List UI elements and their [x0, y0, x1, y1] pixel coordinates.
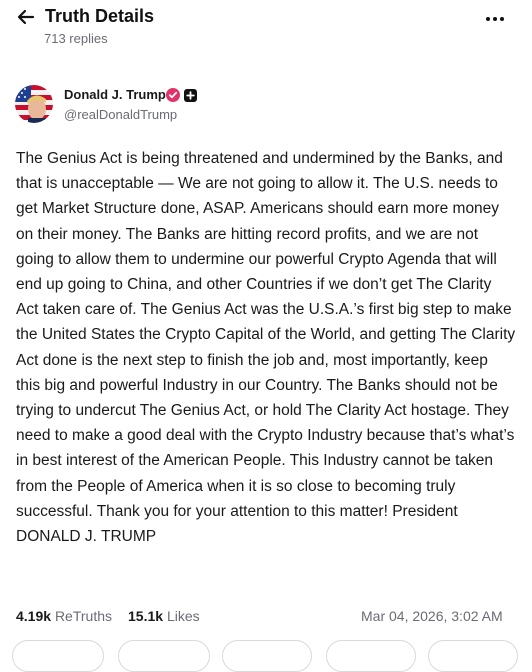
reply-action-button[interactable]	[12, 640, 104, 672]
more-options-button[interactable]	[484, 12, 506, 26]
page-title: Truth Details	[45, 6, 155, 26]
more-horizontal-icon	[486, 17, 504, 21]
share-action-button[interactable]	[326, 640, 416, 672]
avatar[interactable]	[15, 85, 53, 123]
arrow-left-icon	[17, 9, 35, 25]
likes-label: Likes	[166, 608, 200, 624]
top-bar: Truth Details 713 replies	[0, 0, 532, 60]
reply-count: 713 replies	[44, 31, 108, 46]
author-name[interactable]: Donald J. Trump	[64, 87, 166, 102]
like-action-button[interactable]	[222, 640, 312, 672]
retruths-count: 4.19k	[16, 608, 52, 624]
avatar-image	[15, 85, 53, 123]
post-text: The Genius Act is being threatened and u…	[16, 150, 516, 546]
retruths-label: ReTruths	[54, 608, 112, 624]
retruths-stat[interactable]: 4.19k ReTruths	[16, 608, 112, 624]
author-handle[interactable]: @realDonaldTrump	[64, 107, 177, 122]
likes-stat[interactable]: 15.1k Likes	[128, 608, 200, 624]
likes-count: 15.1k	[128, 608, 164, 624]
verified-badge-icon	[166, 88, 180, 102]
bookmark-action-button[interactable]	[428, 640, 518, 672]
retruth-action-button[interactable]	[118, 640, 210, 672]
back-button[interactable]	[16, 7, 36, 27]
plus-square-icon	[184, 89, 197, 102]
post-timestamp: Mar 04, 2026, 3:02 AM	[361, 608, 503, 624]
